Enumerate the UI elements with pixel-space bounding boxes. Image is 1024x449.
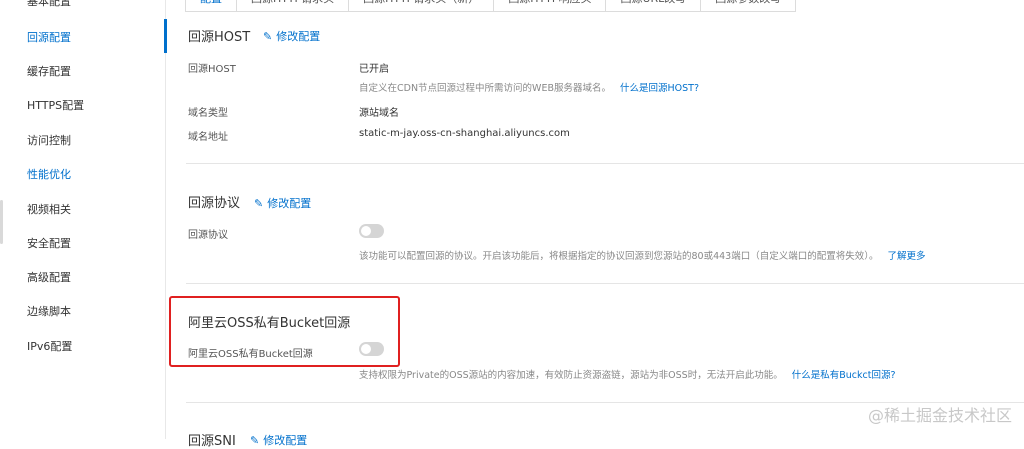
host-description: 自定义在CDN节点回源过程中所需访问的WEB服务器域名。 什么是回源HOST? [359, 80, 699, 94]
sidebar-scrollbar[interactable] [0, 200, 3, 244]
tab-origin-request-header[interactable]: 回源HTTP请求头 [237, 0, 350, 12]
tab-config[interactable]: 配置 [185, 0, 237, 12]
host-section-title: 回源HOST [188, 30, 251, 45]
sidebar-item-origin[interactable]: 回源配置 [27, 29, 71, 45]
domain-type-label: 域名类型 [188, 108, 228, 119]
domain-address-label: 域名地址 [188, 132, 228, 143]
active-indicator [164, 19, 167, 53]
highlight-annotation-box [169, 296, 400, 367]
sidebar-item-video[interactable]: 视频相关 [27, 201, 71, 217]
tab-origin-response-header[interactable]: 回源HTTP响应头 [494, 0, 607, 12]
tab-origin-request-header-new[interactable]: 回源HTTP请求头（新） [349, 0, 495, 12]
divider [186, 163, 1024, 164]
protocol-section-title: 回源协议 [188, 196, 241, 211]
protocol-learn-more-link[interactable]: 了解更多 [888, 251, 926, 262]
sni-edit-link[interactable]: ✎ 修改配置 [250, 432, 307, 448]
oss-description: 支持权限为Private的OSS源站的内容加速，有效防止资源盗链，源站为非OSS… [359, 367, 896, 381]
sidebar-item-ipv6[interactable]: IPv6配置 [27, 338, 72, 354]
oss-help-link[interactable]: 什么是私有Buckct回源? [792, 370, 896, 381]
sidebar-item-performance[interactable]: 性能优化 [27, 166, 71, 182]
sidebar-item-cache[interactable]: 缓存配置 [27, 63, 71, 79]
oss-desc-text: 支持权限为Private的OSS源站的内容加速，有效防止资源盗链，源站为非OSS… [359, 370, 783, 381]
sni-edit-label: 修改配置 [263, 434, 308, 447]
tab-origin-param-rewrite[interactable]: 回源参数改写 [701, 0, 797, 12]
divider [186, 283, 1024, 284]
edit-icon: ✎ [263, 30, 273, 43]
sidebar-item-access-control[interactable]: 访问控制 [27, 132, 71, 148]
host-help-link[interactable]: 什么是回源HOST? [620, 83, 699, 94]
protocol-toggle[interactable] [359, 224, 384, 238]
tab-bar: 配置 回源HTTP请求头 回源HTTP请求头（新） 回源HTTP响应头 回源UR… [185, 0, 797, 12]
host-edit-link[interactable]: ✎ 修改配置 [263, 28, 320, 44]
sidebar-item-https[interactable]: HTTPS配置 [27, 97, 84, 113]
tab-origin-url-rewrite[interactable]: 回源URL改写 [606, 0, 702, 12]
watermark: @稀土掘金技术社区 [867, 406, 1012, 425]
sidebar-item-basic[interactable]: 基本配置 [27, 0, 71, 9]
edit-icon: ✎ [254, 197, 264, 210]
host-value: 已开启 [359, 64, 389, 75]
host-label: 回源HOST [188, 64, 236, 75]
protocol-description: 该功能可以配置回源的协议。开启该功能后，将根据指定的协议回源到您源站的80或44… [359, 248, 926, 262]
sidebar-item-advanced[interactable]: 高级配置 [27, 269, 71, 285]
host-edit-label: 修改配置 [276, 30, 321, 43]
protocol-edit-label: 修改配置 [267, 197, 312, 210]
domain-address-value: static-m-jay.oss-cn-shanghai.aliyuncs.co… [359, 128, 570, 139]
sidebar-item-security[interactable]: 安全配置 [27, 235, 71, 251]
protocol-edit-link[interactable]: ✎ 修改配置 [254, 195, 311, 211]
protocol-desc-text: 该功能可以配置回源的协议。开启该功能后，将根据指定的协议回源到您源站的80或44… [359, 251, 879, 262]
sni-section-title: 回源SNI [188, 434, 236, 449]
sidebar-item-edge-script[interactable]: 边缘脚本 [27, 303, 71, 319]
host-desc-text: 自定义在CDN节点回源过程中所需访问的WEB服务器域名。 [359, 83, 611, 94]
edit-icon: ✎ [250, 434, 260, 447]
protocol-label: 回源协议 [188, 230, 228, 241]
domain-type-value: 源站域名 [359, 108, 399, 119]
sidebar: 基本配置 回源配置 缓存配置 HTTPS配置 访问控制 性能优化 视频相关 安全… [0, 0, 166, 439]
